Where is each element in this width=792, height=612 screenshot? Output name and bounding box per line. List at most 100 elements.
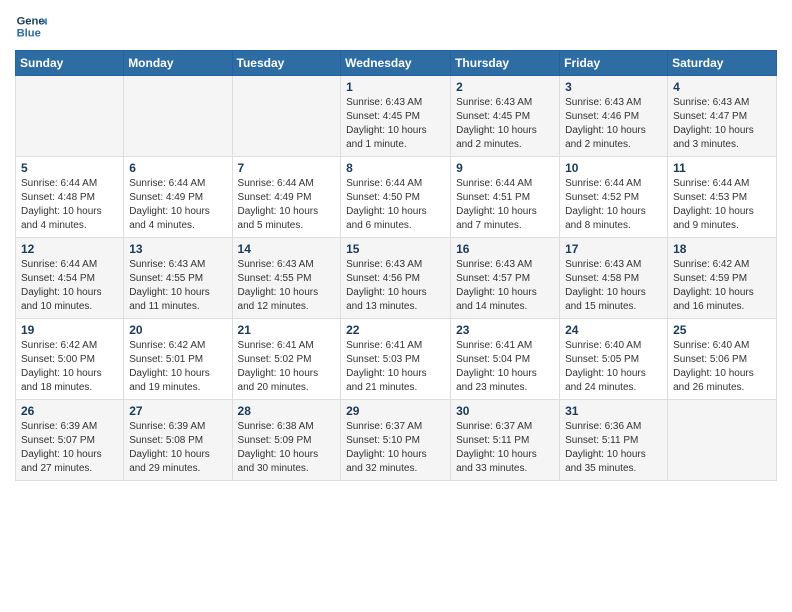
day-info: Sunrise: 6:44 AM Sunset: 4:48 PM Dayligh… <box>21 177 118 233</box>
day-info: Sunrise: 6:44 AM Sunset: 4:54 PM Dayligh… <box>21 258 118 314</box>
day-number: 6 <box>129 161 226 175</box>
day-number: 7 <box>238 161 336 175</box>
day-info: Sunrise: 6:42 AM Sunset: 4:59 PM Dayligh… <box>673 258 771 314</box>
calendar-cell: 9 Sunrise: 6:44 AM Sunset: 4:51 PM Daylig… <box>451 157 560 238</box>
day-info: Sunrise: 6:43 AM Sunset: 4:58 PM Dayligh… <box>565 258 662 314</box>
day-number: 10 <box>565 161 662 175</box>
weekday-header-wednesday: Wednesday <box>341 51 451 76</box>
day-info: Sunrise: 6:42 AM Sunset: 5:01 PM Dayligh… <box>129 339 226 395</box>
logo-icon: General Blue <box>15 10 47 42</box>
weekday-header-sunday: Sunday <box>16 51 124 76</box>
day-number: 19 <box>21 323 118 337</box>
calendar-cell: 6 Sunrise: 6:44 AM Sunset: 4:49 PM Daylig… <box>124 157 232 238</box>
weekday-header-thursday: Thursday <box>451 51 560 76</box>
day-number: 21 <box>238 323 336 337</box>
calendar-cell: 1 Sunrise: 6:43 AM Sunset: 4:45 PM Daylig… <box>341 76 451 157</box>
day-info: Sunrise: 6:43 AM Sunset: 4:46 PM Dayligh… <box>565 96 662 152</box>
day-number: 24 <box>565 323 662 337</box>
day-number: 27 <box>129 404 226 418</box>
week-row: 12Sunrise: 6:44 AM Sunset: 4:54 PM Dayli… <box>16 238 777 319</box>
day-info: Sunrise: 6:44 AM Sunset: 4:49 PM Dayligh… <box>129 177 226 233</box>
day-info: Sunrise: 6:37 AM Sunset: 5:10 PM Dayligh… <box>346 420 445 476</box>
calendar-cell: 2 Sunrise: 6:43 AM Sunset: 4:45 PM Daylig… <box>451 76 560 157</box>
weekday-header-saturday: Saturday <box>668 51 777 76</box>
calendar-cell: 8 Sunrise: 6:44 AM Sunset: 4:50 PM Daylig… <box>341 157 451 238</box>
day-info: Sunrise: 6:42 AM Sunset: 5:00 PM Dayligh… <box>21 339 118 395</box>
week-row: 26 Sunrise: 6:39 AM Sunset: 5:07 PM Dayli… <box>16 400 777 481</box>
day-number: 8 <box>346 161 445 175</box>
calendar-cell: 23 Sunrise: 6:41 AM Sunset: 5:04 PM Dayli… <box>451 319 560 400</box>
day-number: 28 <box>238 404 336 418</box>
day-info: Sunrise: 6:37 AM Sunset: 5:11 PM Dayligh… <box>456 420 554 476</box>
calendar-cell: 4 Sunrise: 6:43 AM Sunset: 4:47 PM Daylig… <box>668 76 777 157</box>
day-info: Sunrise: 6:39 AM Sunset: 5:08 PM Dayligh… <box>129 420 226 476</box>
weekday-header-friday: Friday <box>560 51 668 76</box>
day-info: Sunrise: 6:41 AM Sunset: 5:02 PM Dayligh… <box>238 339 336 395</box>
day-info: Sunrise: 6:36 AM Sunset: 5:11 PM Dayligh… <box>565 420 662 476</box>
day-number: 30 <box>456 404 554 418</box>
calendar-cell: 31 Sunrise: 6:36 AM Sunset: 5:11 PM Dayli… <box>560 400 668 481</box>
calendar: SundayMondayTuesdayWednesdayThursdayFrid… <box>15 50 777 481</box>
calendar-cell: 3 Sunrise: 6:43 AM Sunset: 4:46 PM Daylig… <box>560 76 668 157</box>
calendar-cell <box>232 76 341 157</box>
week-row: 1 Sunrise: 6:43 AM Sunset: 4:45 PM Daylig… <box>16 76 777 157</box>
day-number: 3 <box>565 80 662 94</box>
day-info: Sunrise: 6:44 AM Sunset: 4:52 PM Dayligh… <box>565 177 662 233</box>
day-info: Sunrise: 6:43 AM Sunset: 4:56 PM Dayligh… <box>346 258 445 314</box>
calendar-cell: 16 Sunrise: 6:43 AM Sunset: 4:57 PM Dayli… <box>451 238 560 319</box>
day-number: 16 <box>456 242 554 256</box>
day-number: 22 <box>346 323 445 337</box>
day-number: 26 <box>21 404 118 418</box>
calendar-cell: 29Sunrise: 6:37 AM Sunset: 5:10 PM Dayli… <box>341 400 451 481</box>
calendar-cell: 27 Sunrise: 6:39 AM Sunset: 5:08 PM Dayli… <box>124 400 232 481</box>
svg-text:Blue: Blue <box>17 27 41 39</box>
day-number: 18 <box>673 242 771 256</box>
calendar-cell <box>124 76 232 157</box>
calendar-cell: 30 Sunrise: 6:37 AM Sunset: 5:11 PM Dayli… <box>451 400 560 481</box>
day-number: 11 <box>673 161 771 175</box>
calendar-cell: 25Sunrise: 6:40 AM Sunset: 5:06 PM Dayli… <box>668 319 777 400</box>
day-info: Sunrise: 6:43 AM Sunset: 4:55 PM Dayligh… <box>129 258 226 314</box>
day-number: 20 <box>129 323 226 337</box>
day-info: Sunrise: 6:41 AM Sunset: 5:04 PM Dayligh… <box>456 339 554 395</box>
calendar-cell: 7 Sunrise: 6:44 AM Sunset: 4:49 PM Daylig… <box>232 157 341 238</box>
calendar-cell: 24 Sunrise: 6:40 AM Sunset: 5:05 PM Dayli… <box>560 319 668 400</box>
day-info: Sunrise: 6:39 AM Sunset: 5:07 PM Dayligh… <box>21 420 118 476</box>
day-info: Sunrise: 6:43 AM Sunset: 4:47 PM Dayligh… <box>673 96 771 152</box>
day-info: Sunrise: 6:44 AM Sunset: 4:49 PM Dayligh… <box>238 177 336 233</box>
calendar-cell <box>16 76 124 157</box>
weekday-header-row: SundayMondayTuesdayWednesdayThursdayFrid… <box>16 51 777 76</box>
day-info: Sunrise: 6:43 AM Sunset: 4:45 PM Dayligh… <box>456 96 554 152</box>
day-number: 31 <box>565 404 662 418</box>
page-container: General Blue SundayMondayTuesdayWednesda… <box>0 0 792 496</box>
day-info: Sunrise: 6:43 AM Sunset: 4:57 PM Dayligh… <box>456 258 554 314</box>
calendar-cell: 19 Sunrise: 6:42 AM Sunset: 5:00 PM Dayli… <box>16 319 124 400</box>
day-info: Sunrise: 6:44 AM Sunset: 4:50 PM Dayligh… <box>346 177 445 233</box>
calendar-cell: 12Sunrise: 6:44 AM Sunset: 4:54 PM Dayli… <box>16 238 124 319</box>
day-info: Sunrise: 6:41 AM Sunset: 5:03 PM Dayligh… <box>346 339 445 395</box>
day-info: Sunrise: 6:40 AM Sunset: 5:05 PM Dayligh… <box>565 339 662 395</box>
calendar-cell: 26 Sunrise: 6:39 AM Sunset: 5:07 PM Dayli… <box>16 400 124 481</box>
day-info: Sunrise: 6:43 AM Sunset: 4:55 PM Dayligh… <box>238 258 336 314</box>
weekday-header-tuesday: Tuesday <box>232 51 341 76</box>
day-number: 4 <box>673 80 771 94</box>
day-info: Sunrise: 6:44 AM Sunset: 4:53 PM Dayligh… <box>673 177 771 233</box>
day-info: Sunrise: 6:44 AM Sunset: 4:51 PM Dayligh… <box>456 177 554 233</box>
day-number: 1 <box>346 80 445 94</box>
day-number: 23 <box>456 323 554 337</box>
day-info: Sunrise: 6:43 AM Sunset: 4:45 PM Dayligh… <box>346 96 445 152</box>
day-info: Sunrise: 6:40 AM Sunset: 5:06 PM Dayligh… <box>673 339 771 395</box>
day-number: 2 <box>456 80 554 94</box>
weekday-header-monday: Monday <box>124 51 232 76</box>
day-number: 15 <box>346 242 445 256</box>
calendar-cell: 5 Sunrise: 6:44 AM Sunset: 4:48 PM Daylig… <box>16 157 124 238</box>
day-number: 9 <box>456 161 554 175</box>
week-row: 5 Sunrise: 6:44 AM Sunset: 4:48 PM Daylig… <box>16 157 777 238</box>
day-number: 14 <box>238 242 336 256</box>
logo: General Blue <box>15 10 51 42</box>
day-number: 13 <box>129 242 226 256</box>
day-number: 5 <box>21 161 118 175</box>
calendar-cell: 10 Sunrise: 6:44 AM Sunset: 4:52 PM Dayli… <box>560 157 668 238</box>
week-row: 19 Sunrise: 6:42 AM Sunset: 5:00 PM Dayli… <box>16 319 777 400</box>
calendar-cell: 17Sunrise: 6:43 AM Sunset: 4:58 PM Dayli… <box>560 238 668 319</box>
